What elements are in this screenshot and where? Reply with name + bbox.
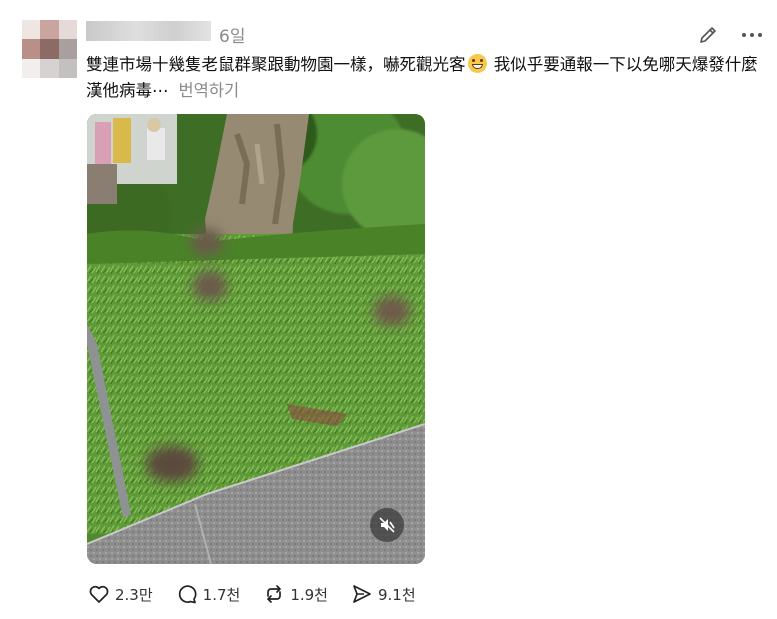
comment-count: 1.7천 — [202, 585, 241, 604]
muted-speaker-icon — [379, 517, 395, 533]
post-timestamp: 6일 — [219, 27, 246, 47]
post-body: 雙連市場十幾隻老鼠群聚跟動物園一樣，嚇死觀光客 我似乎要通報一下以免哪天爆發什麼… — [86, 52, 766, 104]
comment-button[interactable]: 1.7천 — [175, 582, 241, 606]
repost-count: 1.9천 — [290, 585, 328, 604]
username-blurred[interactable] — [86, 21, 211, 41]
send-icon — [350, 582, 374, 606]
edit-icon[interactable] — [697, 24, 719, 46]
mute-toggle-button[interactable] — [370, 508, 404, 542]
post-video[interactable] — [87, 114, 425, 564]
share-count: 9.1천 — [377, 585, 416, 604]
like-button[interactable]: 2.3만 — [87, 582, 153, 606]
heart-icon — [87, 582, 111, 606]
repost-button[interactable]: 1.9천 — [262, 582, 328, 606]
translate-link[interactable]: 번역하기 — [179, 81, 240, 100]
like-count: 2.3만 — [115, 585, 153, 604]
repost-icon — [262, 582, 286, 606]
comment-bubble-icon — [175, 582, 199, 606]
more-options-icon[interactable] — [740, 24, 764, 46]
grinning-sweat-emoji-icon — [467, 54, 487, 73]
avatar[interactable] — [22, 20, 77, 78]
post-actions: 2.3만 1.7천 1.9천 9.1천 — [87, 580, 438, 608]
share-button[interactable]: 9.1천 — [350, 582, 416, 606]
post-text: 雙連市場十幾隻老鼠群聚跟動物園一樣，嚇死觀光客 — [86, 55, 466, 74]
